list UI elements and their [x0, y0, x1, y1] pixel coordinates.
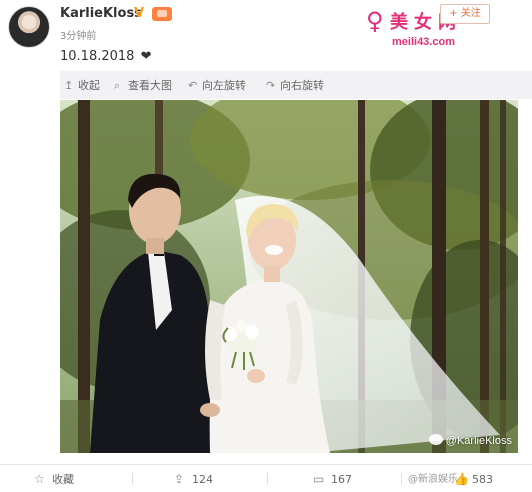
repost-button[interactable]: ⇪ 124	[174, 471, 213, 487]
rotate-right-icon: ↷	[266, 79, 276, 92]
verified-badge-icon: V	[134, 6, 145, 21]
member-icon	[152, 7, 172, 21]
collapse-icon: ↥	[64, 79, 74, 92]
wedding-photo[interactable]: @KarlieKloss	[60, 100, 518, 453]
star-icon: ☆	[34, 472, 45, 486]
magnifier-icon: ⌕	[114, 79, 121, 92]
repost-icon: ⇪	[174, 472, 185, 486]
post-time[interactable]: 3分钟前	[60, 27, 96, 42]
view-large-button[interactable]: ⌕ 查看大图	[114, 79, 172, 93]
repost-count: 124	[192, 473, 213, 486]
divider	[132, 473, 133, 485]
comment-count: 167	[331, 473, 352, 486]
comment-button[interactable]: ▭ 167	[313, 471, 352, 487]
watermark-figure-icon: ♀	[366, 7, 384, 35]
rotate-left-button[interactable]: ↶ 向左旋转	[188, 79, 246, 93]
follow-button[interactable]: + 关注	[440, 4, 490, 24]
post-text: 10.18.2018 ❤	[60, 49, 151, 64]
divider	[267, 473, 268, 485]
photo-credit: @KarlieKloss	[428, 434, 512, 447]
rotate-left-label: 向左旋转	[202, 79, 246, 92]
like-count: 583	[472, 473, 493, 486]
post-date-text: 10.18.2018	[60, 49, 135, 64]
avatar[interactable]	[8, 6, 50, 48]
collect-label: 收藏	[52, 473, 74, 486]
user-name[interactable]: KarlieKloss	[60, 6, 142, 21]
photo-credit-text: @KarlieKloss	[445, 435, 512, 447]
rotate-right-label: 向右旋转	[280, 79, 324, 92]
source-watermark: @新浪娱乐	[408, 474, 458, 485]
image-toolbar: ↥ 收起 ⌕ 查看大图 ↶ 向左旋转 ↷ 向右旋转	[60, 71, 532, 99]
comment-icon: ▭	[313, 472, 325, 486]
watermark-url: meili43.com	[392, 36, 455, 48]
like-button[interactable]: 👍 583	[454, 471, 493, 487]
collect-button[interactable]: ☆ 收藏	[34, 471, 74, 487]
view-large-label: 查看大图	[128, 79, 172, 92]
heart-icon: ❤	[140, 49, 152, 64]
weibo-logo-icon	[428, 434, 443, 445]
wedding-photo-illustration	[60, 100, 518, 453]
collapse-label: 收起	[78, 79, 100, 92]
divider	[401, 473, 402, 485]
rotate-left-icon: ↶	[188, 79, 198, 92]
collapse-button[interactable]: ↥ 收起	[64, 79, 100, 93]
weibo-post: KarlieKloss V 3分钟前 ♀ 美女网 meili43.com + 关…	[0, 0, 532, 492]
rotate-right-button[interactable]: ↷ 向右旋转	[266, 79, 324, 93]
